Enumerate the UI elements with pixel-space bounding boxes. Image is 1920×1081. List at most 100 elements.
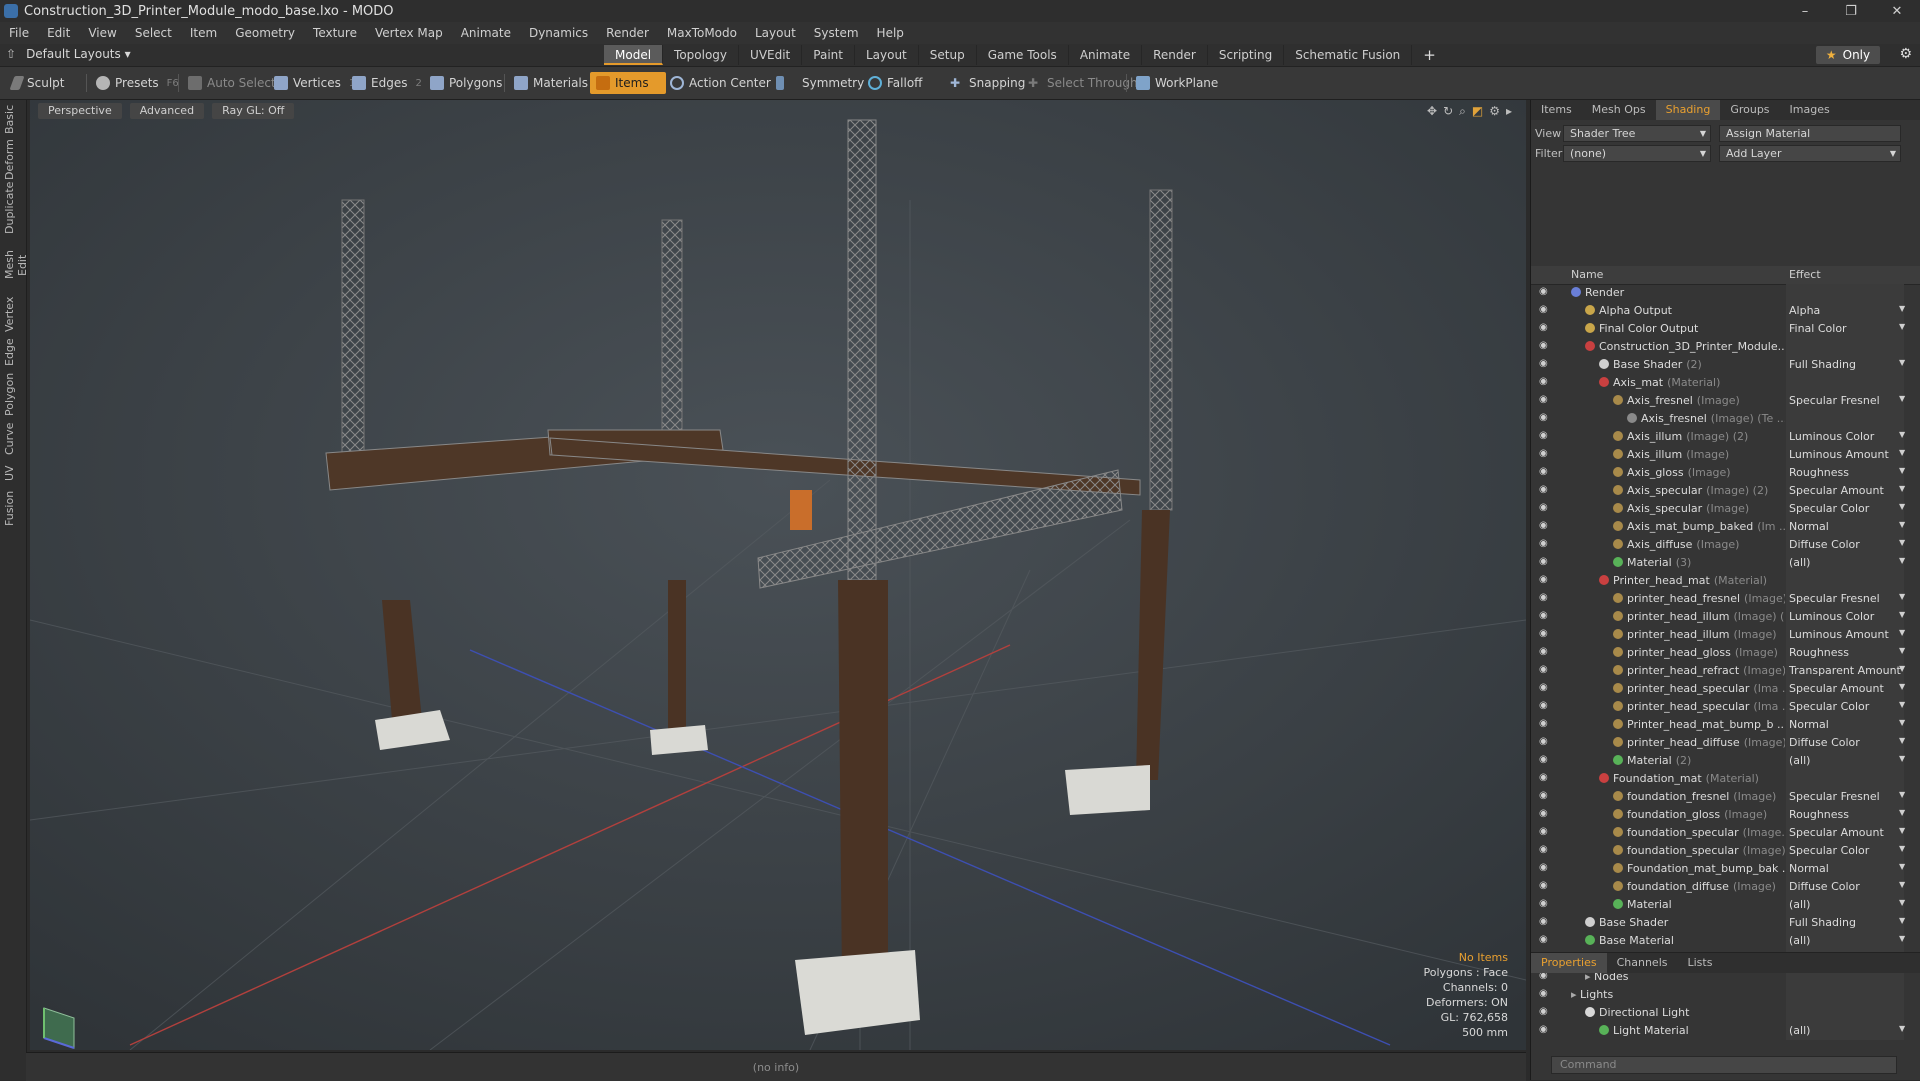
tree-row-effect[interactable]: Diffuse Color [1789,736,1899,749]
visibility-eye-icon[interactable]: ◉ [1539,431,1549,441]
chevron-down-icon[interactable]: ▼ [1899,646,1905,655]
tree-row[interactable]: ◉ Light Material (all) ▼ [1531,1022,1911,1040]
chevron-down-icon[interactable]: ▼ [1899,358,1905,367]
left-tab-deform[interactable]: Deform [3,139,23,180]
tree-row-effect[interactable]: (all) [1789,934,1899,947]
tree-row[interactable]: ◉ Axis_fresnel (Image) (Te ... [1531,410,1911,428]
visibility-eye-icon[interactable]: ◉ [1539,881,1549,891]
advanced-button[interactable]: Advanced [129,103,205,119]
left-tab-curve[interactable]: Curve [3,422,23,456]
visibility-eye-icon[interactable]: ◉ [1539,305,1549,315]
tree-row-effect[interactable]: Specular Amount [1789,682,1899,695]
menu-edit[interactable]: Edit [38,26,79,40]
chevron-down-icon[interactable]: ▼ [1899,538,1905,547]
maximize-button[interactable]: ❐ [1828,0,1874,22]
visibility-eye-icon[interactable]: ◉ [1539,665,1549,675]
menu-texture[interactable]: Texture [304,26,366,40]
chevron-down-icon[interactable]: ▼ [1899,898,1905,907]
layout-selector[interactable]: ⇧ Default Layouts ▾ [6,47,131,61]
tab-topology[interactable]: Topology [663,45,740,65]
tree-row[interactable]: ◉ printer_head_illum (Image) Luminous Amoun… [1531,626,1911,644]
tree-row-effect[interactable]: Roughness [1789,466,1899,479]
symmetry-button[interactable]: Symmetry [770,72,870,94]
tree-row[interactable]: ◉ Axis_mat_bump_baked(Im ... Normal▼ [1531,518,1911,536]
pan-icon[interactable]: ✥ [1427,104,1437,119]
close-button[interactable]: ✕ [1874,0,1920,22]
minimize-button[interactable]: – [1782,0,1828,22]
visibility-eye-icon[interactable]: ◉ [1539,593,1549,603]
tab-model[interactable]: Model [604,45,664,65]
tree-row[interactable]: ◉ Axis_mat (Material) [1531,374,1911,392]
action-center-button[interactable]: Action Center [664,72,777,94]
tree-row[interactable]: ◉ printer_head_illum(Image) (2) Luminous C… [1531,608,1911,626]
left-tab-basic[interactable]: Basic [3,105,23,134]
left-tab-vertex[interactable]: Vertex [3,296,23,332]
tree-row[interactable]: ◉ printer_head_diffuse (Image) Diffuse Colo… [1531,734,1911,752]
tree-row-effect[interactable]: Normal [1789,520,1899,533]
raygl-button[interactable]: Ray GL: Off [212,103,295,119]
tree-row[interactable]: ◉ Base Shader Full Shading ▼ [1531,914,1911,932]
menu-geometry[interactable]: Geometry [226,26,304,40]
visibility-eye-icon[interactable]: ◉ [1539,557,1549,567]
tree-row-effect[interactable]: Normal [1789,862,1899,875]
visibility-eye-icon[interactable]: ◉ [1539,899,1549,909]
tree-row-effect[interactable]: Specular Fresnel [1789,592,1899,605]
tree-row-effect[interactable]: Full Shading [1789,358,1899,371]
panel-tab-mesh-ops[interactable]: Mesh Ops [1582,100,1656,120]
tab-animate[interactable]: Animate [1069,45,1143,65]
tree-row[interactable]: ◉ Base Shader (2) Full Shading ▼ [1531,356,1911,374]
visibility-eye-icon[interactable]: ◉ [1539,809,1549,819]
visibility-eye-icon[interactable]: ◉ [1539,521,1549,531]
chevron-down-icon[interactable]: ▼ [1899,808,1905,817]
viewport-settings-icon[interactable]: ⚙ [1489,104,1500,119]
tree-row[interactable]: ◉ Directional Light [1531,1004,1911,1022]
menu-select[interactable]: Select [126,26,181,40]
tree-row-effect[interactable]: Luminous Color [1789,610,1899,623]
tree-row-effect[interactable]: (all) [1789,1024,1899,1037]
visibility-eye-icon[interactable]: ◉ [1539,737,1549,747]
tree-row-effect[interactable]: Specular Amount [1789,484,1899,497]
chevron-down-icon[interactable]: ▼ [1899,556,1905,565]
left-tab-uv[interactable]: UV [3,462,23,484]
visibility-eye-icon[interactable]: ◉ [1539,611,1549,621]
visibility-eye-icon[interactable]: ◉ [1539,683,1549,693]
visibility-eye-icon[interactable]: ◉ [1539,845,1549,855]
falloff-button[interactable]: Falloff [862,72,928,94]
tree-row[interactable]: ◉ foundation_specular (Image) Specular Colo… [1531,842,1911,860]
tree-row-effect[interactable]: Roughness [1789,808,1899,821]
tree-row-effect[interactable]: (all) [1789,556,1899,569]
chevron-down-icon[interactable]: ▼ [1899,844,1905,853]
assign-material-button[interactable]: Assign Material [1719,124,1901,142]
chevron-down-icon[interactable]: ▼ [1899,592,1905,601]
menu-dynamics[interactable]: Dynamics [520,26,597,40]
tree-row[interactable]: ◉ Axis_specular (Image) Specular Color ▼ [1531,500,1911,518]
tree-row[interactable]: ◉ Printer_head_mat_bump_b ... Normal ▼ [1531,716,1911,734]
visibility-eye-icon[interactable]: ◉ [1539,413,1549,423]
visibility-eye-icon[interactable]: ◉ [1539,467,1549,477]
visibility-eye-icon[interactable]: ◉ [1539,503,1549,513]
tree-row[interactable]: ◉ Axis_illum (Image) (2) Luminous Color ▼ [1531,428,1911,446]
chevron-down-icon[interactable]: ▼ [1899,448,1905,457]
tree-row[interactable]: ◉ foundation_gloss (Image) Roughness ▼ [1531,806,1911,824]
visibility-eye-icon[interactable]: ◉ [1539,1007,1549,1017]
visibility-eye-icon[interactable]: ◉ [1539,359,1549,369]
tab-setup[interactable]: Setup [919,45,977,65]
tree-row[interactable]: ◉ foundation_diffuse (Image) Diffuse Color ▼ [1531,878,1911,896]
visibility-eye-icon[interactable]: ◉ [1539,485,1549,495]
visibility-eye-icon[interactable]: ◉ [1539,629,1549,639]
tree-row[interactable]: ◉ Alpha Output Alpha ▼ [1531,302,1911,320]
bottom-tab-lists[interactable]: Lists [1678,953,1723,973]
presets-button[interactable]: Presets F6 [90,72,185,94]
chevron-down-icon[interactable]: ▼ [1899,610,1905,619]
tree-row-effect[interactable]: Diffuse Color [1789,880,1899,893]
tree-row-effect[interactable]: Roughness [1789,646,1899,659]
tree-row-effect[interactable]: (all) [1789,754,1899,767]
visibility-eye-icon[interactable]: ◉ [1539,827,1549,837]
visibility-eye-icon[interactable]: ◉ [1539,863,1549,873]
tab-layout[interactable]: Layout [855,45,919,65]
3d-viewport[interactable]: Perspective Advanced Ray GL: Off ✥ ↻ ⌕ ◩… [30,100,1526,1050]
tree-row[interactable]: ◉ Axis_fresnel (Image) Specular Fresnel ▼ [1531,392,1911,410]
chevron-down-icon[interactable]: ▼ [1899,466,1905,475]
tree-row-effect[interactable]: Final Color [1789,322,1899,335]
chevron-down-icon[interactable]: ▼ [1899,484,1905,493]
